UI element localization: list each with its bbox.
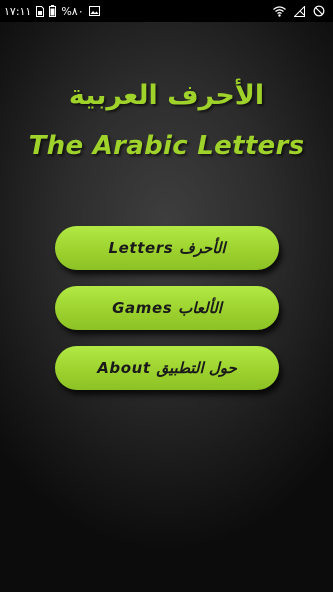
alarm-off-icon: [313, 5, 325, 17]
status-time: ١٧:١١: [4, 4, 32, 18]
letters-button[interactable]: Letters الأحرف: [55, 226, 279, 270]
status-bar-right: [273, 0, 325, 22]
about-button-label: About حول التطبيق: [97, 359, 237, 377]
games-button[interactable]: Games الألعاب: [55, 286, 279, 330]
sim-card-icon: [36, 5, 45, 17]
battery-percent: %٨٠: [61, 4, 84, 18]
app-title-english: The Arabic Letters: [28, 131, 305, 161]
image-icon: [88, 6, 100, 16]
wifi-icon: [273, 5, 286, 17]
status-bar: ١٧:١١ %٨٠: [0, 0, 333, 22]
about-button[interactable]: About حول التطبيق: [55, 346, 279, 390]
app-title-arabic: الأحرف العربية: [68, 80, 265, 111]
status-bar-left: ١٧:١١ %٨٠: [4, 0, 100, 22]
no-signal-icon: [294, 5, 305, 17]
letters-button-label: Letters الأحرف: [108, 239, 226, 257]
games-button-label: Games الألعاب: [112, 299, 222, 317]
battery-icon: [49, 5, 57, 17]
